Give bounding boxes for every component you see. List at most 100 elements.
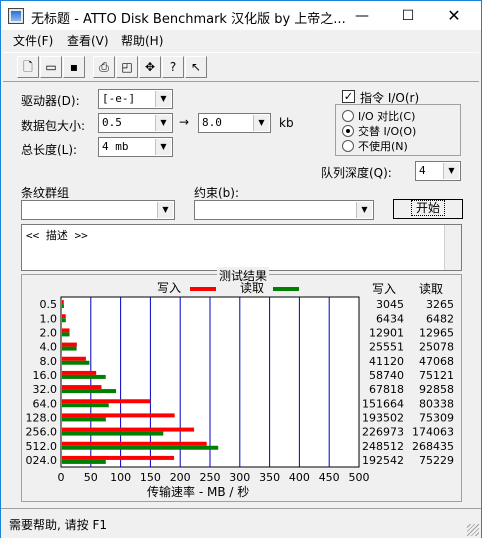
total-length-select[interactable]: 4 mb ▼ xyxy=(98,137,173,157)
read-bar xyxy=(62,459,106,464)
close-button[interactable]: ✕ xyxy=(431,1,477,31)
y-tick-label: 128.0 xyxy=(26,411,58,424)
io-none-radio[interactable] xyxy=(342,140,354,152)
menu-view[interactable]: 查看(V) xyxy=(67,32,109,49)
read-value: 25078 xyxy=(419,341,454,354)
description-field[interactable]: << 描述 >> xyxy=(21,224,462,271)
write-bar xyxy=(62,455,175,460)
y-tick-label: 32.0 xyxy=(33,383,58,396)
chevron-down-icon[interactable]: ▼ xyxy=(155,91,171,107)
read-value: 12965 xyxy=(419,326,454,339)
y-tick-label: 1.0 xyxy=(40,312,58,325)
x-tick-label: 350 xyxy=(259,471,280,484)
io-alternate-label: 交替 I/O(O) xyxy=(358,125,417,138)
start-button-label: 开始 xyxy=(410,200,445,216)
write-value: 41120 xyxy=(369,355,404,368)
maximize-button[interactable]: ☐ xyxy=(385,1,431,31)
write-value: 226973 xyxy=(362,426,404,439)
read-value: 80338 xyxy=(419,397,454,410)
x-tick-label: 50 xyxy=(84,471,98,484)
write-bar xyxy=(62,385,102,390)
chevron-down-icon[interactable]: ▼ xyxy=(443,163,459,179)
write-value: 12901 xyxy=(369,326,404,339)
write-bar xyxy=(62,413,175,418)
y-tick-label: 512.0 xyxy=(26,440,58,453)
read-bar xyxy=(62,403,109,408)
write-bar xyxy=(62,356,86,361)
transfer-to-select[interactable]: 8.0 ▼ xyxy=(198,113,271,133)
drive-value: [-e-] xyxy=(102,92,136,105)
chevron-down-icon[interactable]: ▼ xyxy=(253,115,269,131)
write-bar xyxy=(62,441,207,446)
write-bar xyxy=(62,342,77,347)
write-value: 6434 xyxy=(376,312,404,325)
read-bar xyxy=(62,332,70,337)
print-preview-icon[interactable]: ◰ xyxy=(116,56,138,78)
io-compare-radio[interactable] xyxy=(342,110,354,122)
y-tick-label: 0.5 xyxy=(40,298,58,311)
y-tick-label: 64.0 xyxy=(33,397,58,410)
window-title: 无标题 - ATTO Disk Benchmark 汉化版 by 上帝之... xyxy=(31,12,346,27)
app-frame: 文件(F) 查看(V) 帮助(H) 🗋 ▭ ▪ ⎙ ◰ ✥ ? ↖ 驱动器(D)… xyxy=(0,30,482,538)
y-tick-label: 024.0 xyxy=(26,454,58,467)
title-bar: 无标题 - ATTO Disk Benchmark 汉化版 by 上帝之... … xyxy=(0,0,482,30)
read-bar xyxy=(62,360,90,365)
stripe-group-label: 条纹群组 xyxy=(21,186,70,200)
drive-label: 驱动器(D): xyxy=(21,94,80,108)
transfer-to-value: 8.0 xyxy=(202,116,222,129)
write-value: 151664 xyxy=(362,397,404,410)
read-bar xyxy=(62,318,66,323)
x-tick-label: 100 xyxy=(110,471,131,484)
menu-file[interactable]: 文件(F) xyxy=(13,32,53,49)
read-value: 268435 xyxy=(412,440,454,453)
write-bar xyxy=(62,370,97,375)
read-bar xyxy=(62,431,164,436)
read-value: 75229 xyxy=(419,454,454,467)
chevron-down-icon[interactable]: ▼ xyxy=(157,202,173,218)
save-icon[interactable]: ▪ xyxy=(63,56,85,78)
write-bar xyxy=(62,300,64,305)
transfer-size-label: 数据包大小: xyxy=(21,119,86,133)
context-help-icon[interactable]: ↖ xyxy=(185,56,207,78)
menu-help[interactable]: 帮助(H) xyxy=(121,32,163,49)
write-value: 193502 xyxy=(362,411,404,424)
constraint-label: 约束(b): xyxy=(194,186,240,200)
chevron-down-icon[interactable]: ▼ xyxy=(155,139,171,155)
new-document-icon[interactable]: 🗋 xyxy=(17,56,39,78)
queue-depth-select[interactable]: 4 ▼ xyxy=(415,161,461,181)
y-tick-label: 2.0 xyxy=(40,326,58,339)
write-value: 248512 xyxy=(362,440,404,453)
io-alternate-radio[interactable] xyxy=(342,125,354,137)
chevron-down-icon[interactable]: ▼ xyxy=(356,202,372,218)
total-length-label: 总长度(L): xyxy=(21,143,78,157)
read-value: 75309 xyxy=(419,411,454,424)
transfer-from-select[interactable]: 0.5 ▼ xyxy=(98,113,173,133)
help-icon[interactable]: ? xyxy=(162,56,184,78)
write-bar xyxy=(62,328,70,333)
constraint-select[interactable]: ▼ xyxy=(194,200,374,220)
results-chart: 0 50 100 150 200 250 300 350 400 450 5000.5 3045 326… xyxy=(26,296,454,484)
overlapped-io-checkbox[interactable]: ✓ xyxy=(342,90,355,103)
write-bar xyxy=(62,314,66,319)
stripe-group-select[interactable]: ▼ xyxy=(21,200,175,220)
move-icon[interactable]: ✥ xyxy=(139,56,161,78)
description-text: << 描述 >> xyxy=(26,229,88,242)
read-bar xyxy=(62,374,106,379)
x-tick-label: 450 xyxy=(319,471,340,484)
print-icon[interactable]: ⎙ xyxy=(93,56,115,78)
resize-grip[interactable] xyxy=(467,524,479,536)
toolbar: 🗋 ▭ ▪ ⎙ ◰ ✥ ? ↖ xyxy=(3,52,479,82)
write-value: 67818 xyxy=(369,383,404,396)
read-value: 47068 xyxy=(419,355,454,368)
chevron-down-icon[interactable]: ▼ xyxy=(155,115,171,131)
open-folder-icon[interactable]: ▭ xyxy=(40,56,62,78)
minimize-button[interactable]: — xyxy=(339,1,385,31)
write-bar xyxy=(62,399,151,404)
drive-select[interactable]: [-e-] ▼ xyxy=(98,89,173,109)
x-tick-label: 500 xyxy=(349,471,370,484)
start-button[interactable]: 开始 xyxy=(393,199,463,219)
write-value: 58740 xyxy=(369,369,404,382)
app-icon[interactable] xyxy=(8,8,24,24)
transfer-unit-label: kb xyxy=(279,116,294,130)
description-scrollbar[interactable] xyxy=(444,225,461,270)
